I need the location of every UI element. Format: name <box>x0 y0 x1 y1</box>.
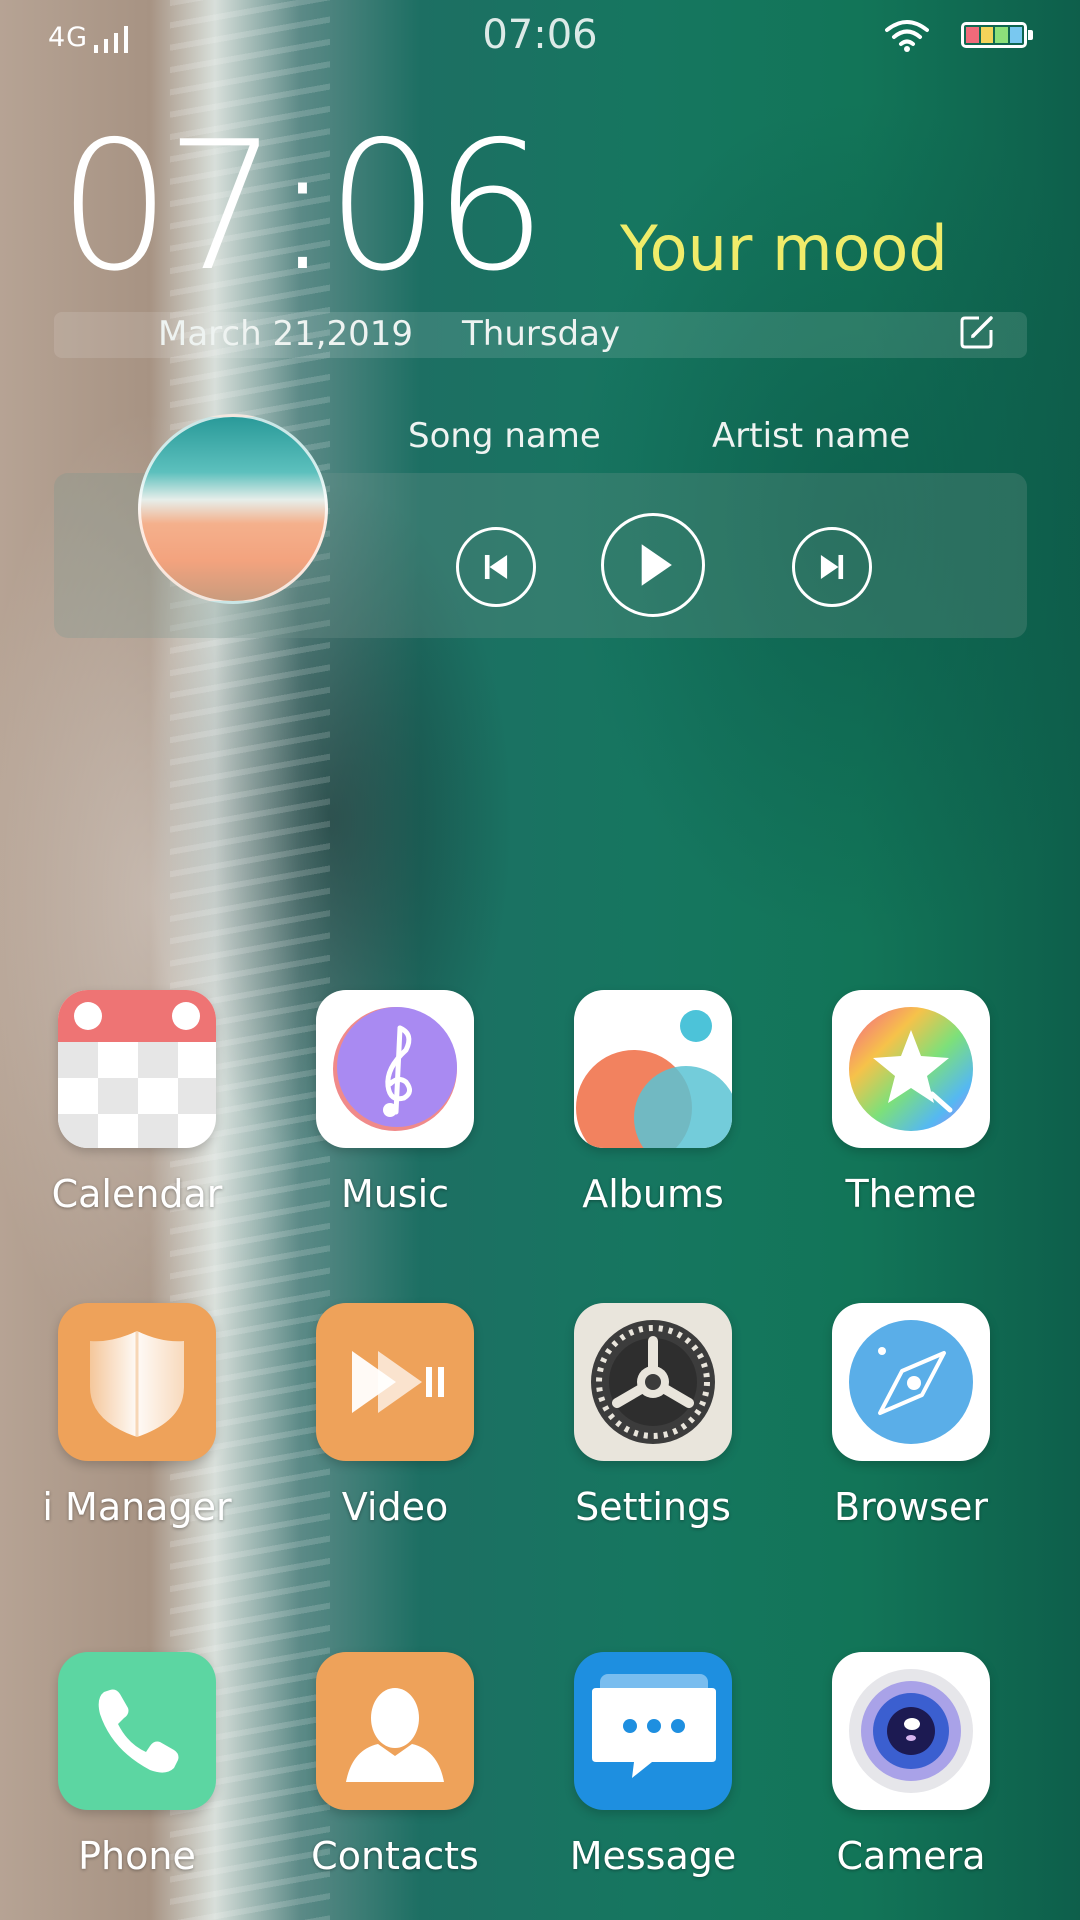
artist-name: Artist name <box>712 416 911 456</box>
battery-icon <box>961 22 1027 48</box>
clock-time[interactable]: 07:06 <box>58 118 547 296</box>
video-icon <box>316 1303 474 1461</box>
app-label: Calendar <box>51 1172 223 1216</box>
app-label: Music <box>340 1172 450 1216</box>
theme-icon <box>832 990 990 1148</box>
app-label: Contacts <box>311 1834 479 1878</box>
compass-icon <box>832 1303 990 1461</box>
app-label: i Manager <box>42 1485 232 1529</box>
play-button[interactable] <box>601 513 705 617</box>
status-bar: 4G 07:06 <box>0 0 1080 70</box>
app-label: Video <box>341 1485 449 1529</box>
app-label: Albums <box>582 1172 724 1216</box>
skip-previous-icon <box>484 554 508 580</box>
weekday-text: Thursday <box>462 314 621 354</box>
music-icon <box>316 990 474 1148</box>
play-icon <box>641 544 672 586</box>
gear-icon <box>574 1303 732 1461</box>
app-label: Camera <box>836 1834 986 1878</box>
app-label: Phone <box>78 1834 196 1878</box>
song-name: Song name <box>408 416 601 456</box>
shield-icon <box>58 1303 216 1461</box>
battery-tip <box>1028 30 1033 40</box>
contacts-icon <box>316 1652 474 1810</box>
app-label: Browser <box>834 1485 988 1529</box>
calendar-icon <box>58 990 216 1148</box>
edit-icon[interactable] <box>957 312 997 352</box>
app-label: Theme <box>845 1172 977 1216</box>
previous-button[interactable] <box>456 527 536 607</box>
next-button[interactable] <box>792 527 872 607</box>
album-art[interactable] <box>138 414 328 604</box>
app-label: Settings <box>575 1485 731 1529</box>
message-icon <box>574 1652 732 1810</box>
camera-icon <box>832 1652 990 1810</box>
albums-icon <box>574 990 732 1148</box>
date-text: March 21,2019 <box>158 314 414 354</box>
mood-text[interactable]: Your mood <box>620 212 948 285</box>
phone-icon <box>58 1652 216 1810</box>
wifi-icon <box>885 20 929 52</box>
skip-next-icon <box>820 554 844 580</box>
app-label: Message <box>569 1834 737 1878</box>
